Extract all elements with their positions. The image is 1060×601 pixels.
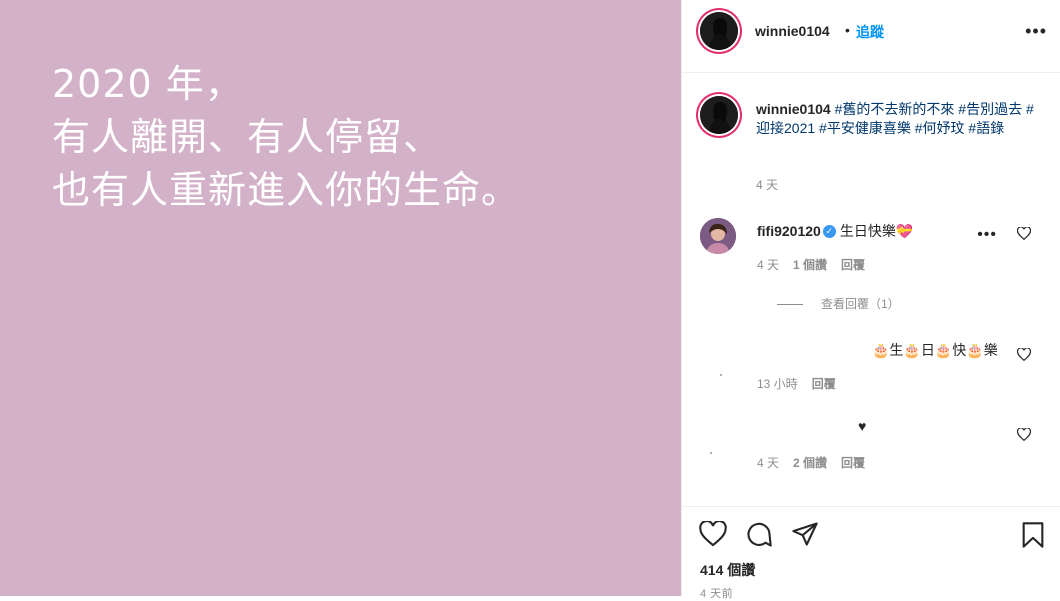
post-time[interactable]: 4 天前 — [700, 585, 733, 601]
caption-username[interactable]: winnie0104 — [756, 101, 831, 117]
hashtag[interactable]: #語錄 — [968, 120, 1004, 136]
comment-username[interactable]: fifi920120 — [757, 223, 821, 239]
share-icon[interactable] — [791, 521, 819, 547]
reply-time[interactable]: 4 天 — [757, 456, 779, 470]
action-bar: 414 個讚 4 天前 — [682, 506, 1060, 600]
comment-time[interactable]: 4 天 — [757, 258, 779, 272]
comment-meta: 4 天 1 個讚 回覆 — [757, 256, 879, 273]
reply-meta: 13 小時 回覆 — [757, 375, 850, 392]
divider — [777, 304, 803, 306]
comment-text: fifi920120 ✓ 生日快樂💝 — [757, 221, 913, 241]
view-replies-button[interactable]: 查看回覆（1） — [777, 295, 900, 312]
like-count[interactable]: 414 個讚 — [700, 560, 755, 580]
reply-button[interactable]: 回覆 — [812, 377, 836, 391]
header-username[interactable]: winnie0104 — [755, 23, 830, 39]
like-comment-icon[interactable] — [1017, 428, 1031, 441]
comment-likes[interactable]: 1 個讚 — [793, 258, 827, 272]
reply-avatar-placeholder — [720, 374, 722, 376]
verified-badge-icon: ✓ — [822, 224, 836, 238]
instagram-post: 2020 年， 有人離開、有人停留、 也有人重新進入你的生命。 winnie01… — [0, 0, 1060, 600]
reply-button[interactable]: 回覆 — [841, 456, 865, 470]
reply-text: ♥ — [858, 418, 867, 434]
hashtag[interactable]: #何妤玟 — [915, 120, 965, 136]
save-icon[interactable] — [1021, 521, 1045, 549]
reply-button[interactable]: 回覆 — [841, 258, 865, 272]
reply-avatar-placeholder — [710, 452, 712, 454]
post-header: winnie0104 • 追蹤 ••• — [682, 0, 1060, 73]
reply-meta: 4 天 2 個讚 回覆 — [757, 454, 879, 471]
like-comment-icon[interactable] — [1017, 348, 1031, 361]
avatar[interactable] — [700, 12, 738, 50]
reply-likes[interactable]: 2 個讚 — [793, 456, 827, 470]
view-replies-label: 查看回覆（1） — [821, 297, 900, 311]
quote-line-1: 2020 年， — [52, 62, 244, 106]
caption-avatar[interactable] — [700, 96, 738, 134]
hashtag[interactable]: #舊的不去新的不來 — [835, 101, 955, 117]
quote-text: 2020 年， 有人離開、有人停留、 也有人重新進入你的生命。 — [52, 58, 520, 217]
quote-line-2: 有人離開、有人停留、 — [52, 115, 443, 159]
post-image[interactable]: 2020 年， 有人離開、有人停留、 也有人重新進入你的生命。 — [0, 0, 681, 596]
caption-time[interactable]: 4 天 — [756, 176, 778, 193]
more-options-icon[interactable]: ••• — [1025, 21, 1047, 42]
comment-icon[interactable] — [745, 521, 773, 549]
post-side-panel: winnie0104 • 追蹤 ••• winnie0104 #舊的不去新的不來… — [681, 0, 1060, 600]
reply-text: 🎂生🎂日🎂快🎂樂 — [872, 342, 998, 358]
follow-button[interactable]: 追蹤 — [856, 22, 884, 42]
hashtag[interactable]: #告別過去 — [958, 101, 1022, 117]
heart-icon[interactable] — [699, 521, 727, 547]
comment-avatar[interactable] — [700, 218, 736, 254]
comment-body: 生日快樂💝 — [839, 223, 914, 239]
comment-more-icon[interactable]: ••• — [977, 226, 997, 244]
reply-time[interactable]: 13 小時 — [757, 377, 798, 391]
quote-line-3: 也有人重新進入你的生命。 — [52, 168, 521, 212]
caption-text: winnie0104 #舊的不去新的不來 #告別過去 #迎接2021 #平安健康… — [756, 100, 1041, 138]
like-comment-icon[interactable] — [1017, 227, 1031, 240]
hashtag[interactable]: #平安健康喜樂 — [819, 120, 911, 136]
separator: • — [845, 22, 850, 38]
